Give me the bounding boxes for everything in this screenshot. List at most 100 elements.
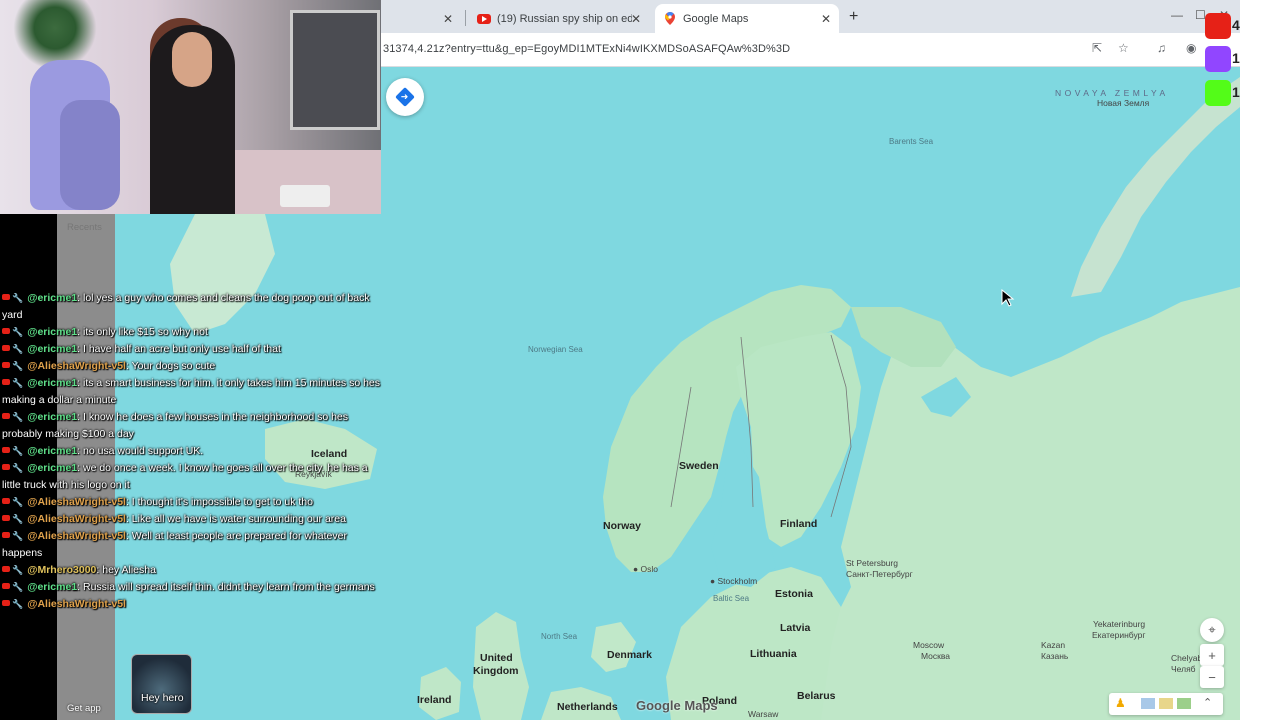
browser-window: ✕ (19) Russian spy ship on ed ✕ Google M… (381, 0, 1240, 720)
tab-google-maps[interactable]: Google Maps ✕ (655, 4, 839, 33)
google-maps-icon (665, 12, 675, 25)
youtube-icon (2, 600, 10, 606)
youtube-icon (2, 328, 10, 334)
denmark-land (591, 622, 636, 672)
chat-username: @ericme1 (27, 581, 78, 593)
map-label-warsaw: Warsaw (748, 709, 779, 719)
chat-username: @AlieshaWright-v5l (27, 598, 126, 610)
map-label-yekaterinburg-ru: Екатеринбург (1092, 630, 1146, 640)
youtube-icon (2, 583, 10, 589)
chat-message: 🔧 @Mrhero3000: hey Aliesha (0, 562, 381, 579)
bookmark-star-icon[interactable]: ☆ (1118, 41, 1129, 55)
profile-icon[interactable]: ◉ (1186, 41, 1196, 55)
tab-youtube[interactable]: (19) Russian spy ship on ed ✕ (467, 4, 649, 33)
wrench-icon: 🔧 (12, 344, 24, 354)
youtube-icon (2, 362, 10, 368)
directions-icon: ➜ (395, 87, 415, 107)
chevron-up-icon[interactable]: ⌃ (1203, 696, 1212, 709)
youtube-icon (2, 532, 10, 538)
youtube-icon (2, 464, 10, 470)
url-text[interactable]: 31374,4.21z?entry=ttu&g_ep=EgoyMDI1MTExN… (383, 43, 790, 55)
new-tab-button[interactable]: + (849, 8, 858, 26)
chat-message: 🔧 @ericme1: no usa would support UK. (0, 443, 381, 460)
wrench-icon: 🔧 (12, 412, 24, 422)
directions-button[interactable]: ➜ (386, 78, 424, 116)
recents-label[interactable]: Recents (67, 222, 102, 233)
chair-seat-shape (60, 100, 120, 210)
map-label-stockholm: ● Stockholm (710, 576, 758, 586)
map-label-finland: Finland (780, 518, 818, 530)
map-canvas[interactable]: ➜ NOVAYA ZEMLYA Новая Земля Barents Sea … (381, 67, 1240, 720)
my-location-button[interactable]: ⌖ (1200, 618, 1224, 642)
install-app-icon[interactable]: ⇱ (1092, 41, 1102, 55)
chat-text: : Your dogs so cute (125, 360, 216, 372)
youtube-icon (2, 498, 10, 504)
chat-text: : I thought it's impossible to get to uk… (125, 496, 313, 508)
layer-thumb-icon[interactable] (1141, 698, 1155, 709)
chat-text: : Like all we have is water surrounding … (125, 513, 346, 525)
right-margin (1240, 0, 1280, 720)
map-label-baltic-sea: Baltic Sea (713, 594, 750, 603)
map-label-kazan: Kazan (1041, 640, 1066, 650)
get-app-link[interactable]: Get app (67, 703, 101, 714)
kola-peninsula-land (851, 307, 956, 367)
youtube-icon (2, 345, 10, 351)
zoom-out-button[interactable]: − (1200, 666, 1224, 688)
youtube-icon (2, 379, 10, 385)
google-maps-logo: Google Maps (636, 698, 718, 713)
wrench-icon: 🔧 (12, 327, 24, 337)
tab-bar: ✕ (19) Russian spy ship on ed ✕ Google M… (381, 0, 1240, 33)
chat-message: 🔧 @ericme1: its a smart business for him.… (0, 375, 381, 409)
pegman-icon[interactable]: ♟ (1115, 696, 1126, 710)
face-shape (172, 32, 212, 87)
chat-username: @ericme1 (27, 462, 78, 474)
map-label-moscow: Moscow (913, 640, 945, 650)
tab-previous[interactable]: ✕ (381, 4, 461, 33)
chat-text: : no usa would support UK. (77, 445, 204, 457)
shelf-shape (290, 10, 380, 130)
zoom-in-button[interactable]: + (1200, 644, 1224, 666)
chat-username: @ericme1 (27, 377, 78, 389)
wrench-icon: 🔧 (12, 361, 24, 371)
novaya-zemlya-land (1071, 77, 1240, 297)
youtube-viewer-count: 4 (1232, 17, 1240, 33)
layer-thumb-icon[interactable] (1159, 698, 1173, 709)
map-label-norwegian-sea: Norwegian Sea (528, 345, 583, 354)
map-label-chelyabinsk-ru: Челяб (1171, 664, 1196, 674)
wrench-icon: 🔧 (12, 582, 24, 592)
minimize-icon[interactable]: — (1171, 8, 1183, 22)
map-label-kazan-ru: Казань (1041, 651, 1069, 661)
layer-thumb-icon[interactable] (1177, 698, 1191, 709)
map-label-belarus: Belarus (797, 690, 836, 702)
tab-close-icon[interactable]: ✕ (631, 12, 641, 26)
map-label-denmark: Denmark (607, 649, 652, 661)
media-controls-icon[interactable]: ♫ (1157, 41, 1166, 55)
map-label-st-petersburg: St Petersburg (846, 558, 898, 568)
wrench-icon: 🔧 (12, 514, 24, 524)
tab-close-icon[interactable]: ✕ (443, 12, 453, 26)
wrench-icon: 🔧 (12, 531, 24, 541)
chat-username: @ericme1 (27, 292, 78, 304)
chat-username: @Mrhero3000 (27, 564, 97, 576)
wrench-icon: 🔧 (12, 497, 24, 507)
chat-message: 🔧 @AlieshaWright-v5l: I thought it's impo… (0, 494, 381, 511)
wrench-icon: 🔧 (12, 293, 24, 303)
plus-icon: + (1208, 647, 1216, 663)
recent-place-label: Hey hero (141, 692, 184, 704)
tab-close-icon[interactable]: ✕ (821, 12, 831, 26)
map-label-barents-sea: Barents Sea (889, 137, 934, 146)
map-label-chelyabinsk: Chelyab (1171, 653, 1203, 663)
twitch-badge-icon (1205, 46, 1231, 72)
map-label-moscow-ru: Москва (921, 651, 951, 661)
twitch-viewer-count: 1 (1232, 50, 1240, 66)
wrench-icon: 🔧 (12, 565, 24, 575)
address-bar[interactable]: 31374,4.21z?entry=ttu&g_ep=EgoyMDI1MTExN… (381, 33, 1240, 67)
map-label-estonia: Estonia (775, 588, 813, 600)
layers-strip[interactable]: ♟ ⌃ (1109, 693, 1223, 715)
map-label-uk-line1: United (480, 652, 513, 664)
recent-place-thumbnail[interactable] (131, 654, 192, 714)
chat-username: @AlieshaWright-v5l (27, 513, 126, 525)
wrench-icon: 🔧 (12, 463, 24, 473)
chat-username: @ericme1 (27, 445, 78, 457)
map-label-yekaterinburg: Yekaterinburg (1093, 619, 1146, 629)
